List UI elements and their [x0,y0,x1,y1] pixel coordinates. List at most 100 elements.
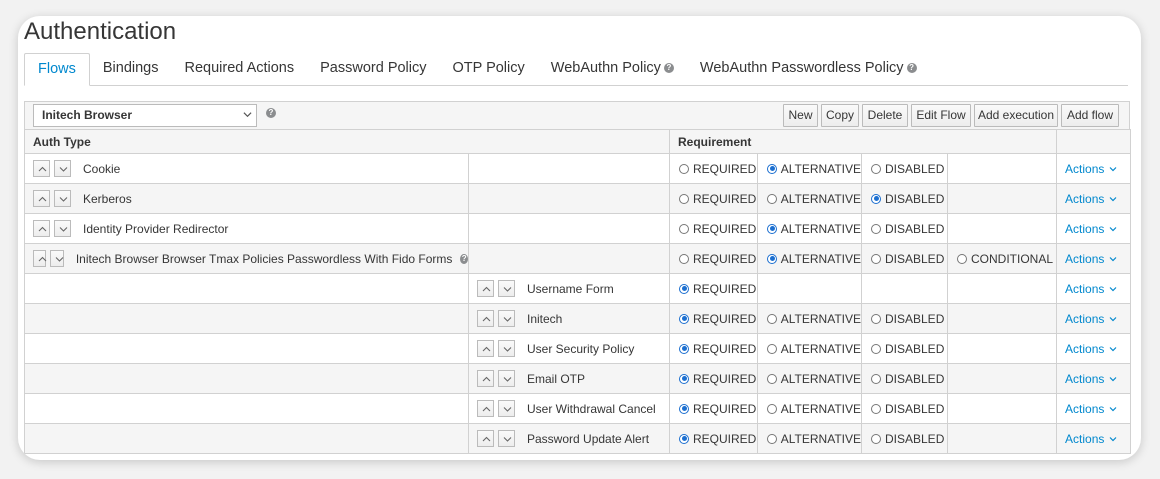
radio-button[interactable] [957,253,967,264]
radio-button[interactable] [871,403,881,414]
requirement-option-alternative[interactable]: ALTERNATIVE [758,402,861,416]
actions-dropdown[interactable]: Actions [1057,342,1130,356]
move-down-button[interactable] [498,370,515,387]
radio-button[interactable] [767,313,777,324]
requirement-option-required[interactable]: REQUIRED [670,402,757,416]
requirement-option-required[interactable]: REQUIRED [670,162,757,176]
add-execution-button[interactable]: Add execution [974,104,1058,127]
question-circle-icon[interactable]: ? [906,63,917,74]
copy-button[interactable]: Copy [821,104,859,127]
actions-dropdown[interactable]: Actions [1057,372,1130,386]
move-up-button[interactable] [477,310,494,327]
move-up-button[interactable] [33,250,47,267]
move-down-button[interactable] [498,400,515,417]
move-up-button[interactable] [33,220,50,237]
radio-button[interactable] [679,403,689,414]
actions-dropdown[interactable]: Actions [1057,432,1130,446]
actions-dropdown[interactable]: Actions [1057,192,1130,206]
requirement-option-disabled[interactable]: DISABLED [862,402,947,416]
move-up-button[interactable] [477,340,494,357]
requirement-option-alternative[interactable]: ALTERNATIVE [758,192,861,206]
radio-button[interactable] [871,193,881,204]
actions-dropdown[interactable]: Actions [1057,312,1130,326]
move-up-button[interactable] [477,370,494,387]
requirement-option-disabled[interactable]: DISABLED [862,372,947,386]
radio-button[interactable] [679,433,689,444]
tab-webauthn-passwordless-policy[interactable]: WebAuthn Passwordless Policy? [687,53,930,85]
radio-button[interactable] [871,223,881,234]
requirement-option-alternative[interactable]: ALTERNATIVE [758,372,861,386]
requirement-option-conditional[interactable]: CONDITIONAL [948,252,1056,266]
radio-button[interactable] [871,313,881,324]
actions-dropdown[interactable]: Actions [1057,162,1130,176]
radio-button[interactable] [767,373,777,384]
requirement-option-disabled[interactable]: DISABLED [862,252,947,266]
tab-required-actions[interactable]: Required Actions [172,53,308,85]
tab-otp-policy[interactable]: OTP Policy [440,53,538,85]
radio-button[interactable] [679,193,689,204]
question-circle-icon[interactable]: ? [663,63,674,74]
actions-dropdown[interactable]: Actions [1057,282,1130,296]
requirement-option-required[interactable]: REQUIRED [670,192,757,206]
radio-button[interactable] [679,313,689,324]
requirement-option-alternative[interactable]: ALTERNATIVE [758,162,861,176]
new-button[interactable]: New [783,104,818,127]
requirement-option-required[interactable]: REQUIRED [670,372,757,386]
move-down-button[interactable] [54,160,71,177]
move-up-button[interactable] [33,160,50,177]
radio-button[interactable] [767,403,777,414]
requirement-option-disabled[interactable]: DISABLED [862,432,947,446]
flow-select[interactable]: Initech Browser [33,104,257,127]
delete-button[interactable]: Delete [862,104,908,127]
tab-bindings[interactable]: Bindings [90,53,172,85]
requirement-option-required[interactable]: REQUIRED [670,222,757,236]
requirement-option-alternative[interactable]: ALTERNATIVE [758,312,861,326]
actions-dropdown[interactable]: Actions [1057,402,1130,416]
requirement-option-required[interactable]: REQUIRED [670,432,757,446]
radio-button[interactable] [871,373,881,384]
tab-flows[interactable]: Flows [24,53,90,86]
move-up-button[interactable] [33,190,50,207]
requirement-option-alternative[interactable]: ALTERNATIVE [758,342,861,356]
move-down-button[interactable] [498,430,515,447]
move-down-button[interactable] [50,250,64,267]
radio-button[interactable] [871,433,881,444]
requirement-option-disabled[interactable]: DISABLED [862,222,947,236]
question-circle-icon[interactable]: ? [460,253,468,264]
radio-button[interactable] [871,253,881,264]
move-down-button[interactable] [498,340,515,357]
requirement-option-disabled[interactable]: DISABLED [862,162,947,176]
radio-button[interactable] [767,343,777,354]
requirement-option-alternative[interactable]: ALTERNATIVE [758,252,861,266]
add-flow-button[interactable]: Add flow [1061,104,1119,127]
tab-webauthn-policy[interactable]: WebAuthn Policy? [538,53,687,85]
actions-dropdown[interactable]: Actions [1057,222,1130,236]
radio-button[interactable] [871,163,881,174]
move-down-button[interactable] [498,280,515,297]
requirement-option-alternative[interactable]: ALTERNATIVE [758,222,861,236]
requirement-option-required[interactable]: REQUIRED [670,282,757,296]
move-down-button[interactable] [498,310,515,327]
move-down-button[interactable] [54,220,71,237]
radio-button[interactable] [679,223,689,234]
radio-button[interactable] [767,193,777,204]
radio-button[interactable] [679,283,689,294]
radio-button[interactable] [767,163,777,174]
requirement-option-required[interactable]: REQUIRED [670,342,757,356]
radio-button[interactable] [679,373,689,384]
move-up-button[interactable] [477,430,494,447]
move-up-button[interactable] [477,400,494,417]
radio-button[interactable] [679,253,689,264]
radio-button[interactable] [679,343,689,354]
requirement-option-alternative[interactable]: ALTERNATIVE [758,432,861,446]
requirement-option-disabled[interactable]: DISABLED [862,192,947,206]
move-down-button[interactable] [54,190,71,207]
radio-button[interactable] [767,223,777,234]
requirement-option-required[interactable]: REQUIRED [670,312,757,326]
tab-password-policy[interactable]: Password Policy [307,53,439,85]
edit-flow-button[interactable]: Edit Flow [911,104,971,127]
move-up-button[interactable] [477,280,494,297]
radio-button[interactable] [767,253,777,264]
radio-button[interactable] [679,163,689,174]
requirement-option-disabled[interactable]: DISABLED [862,342,947,356]
